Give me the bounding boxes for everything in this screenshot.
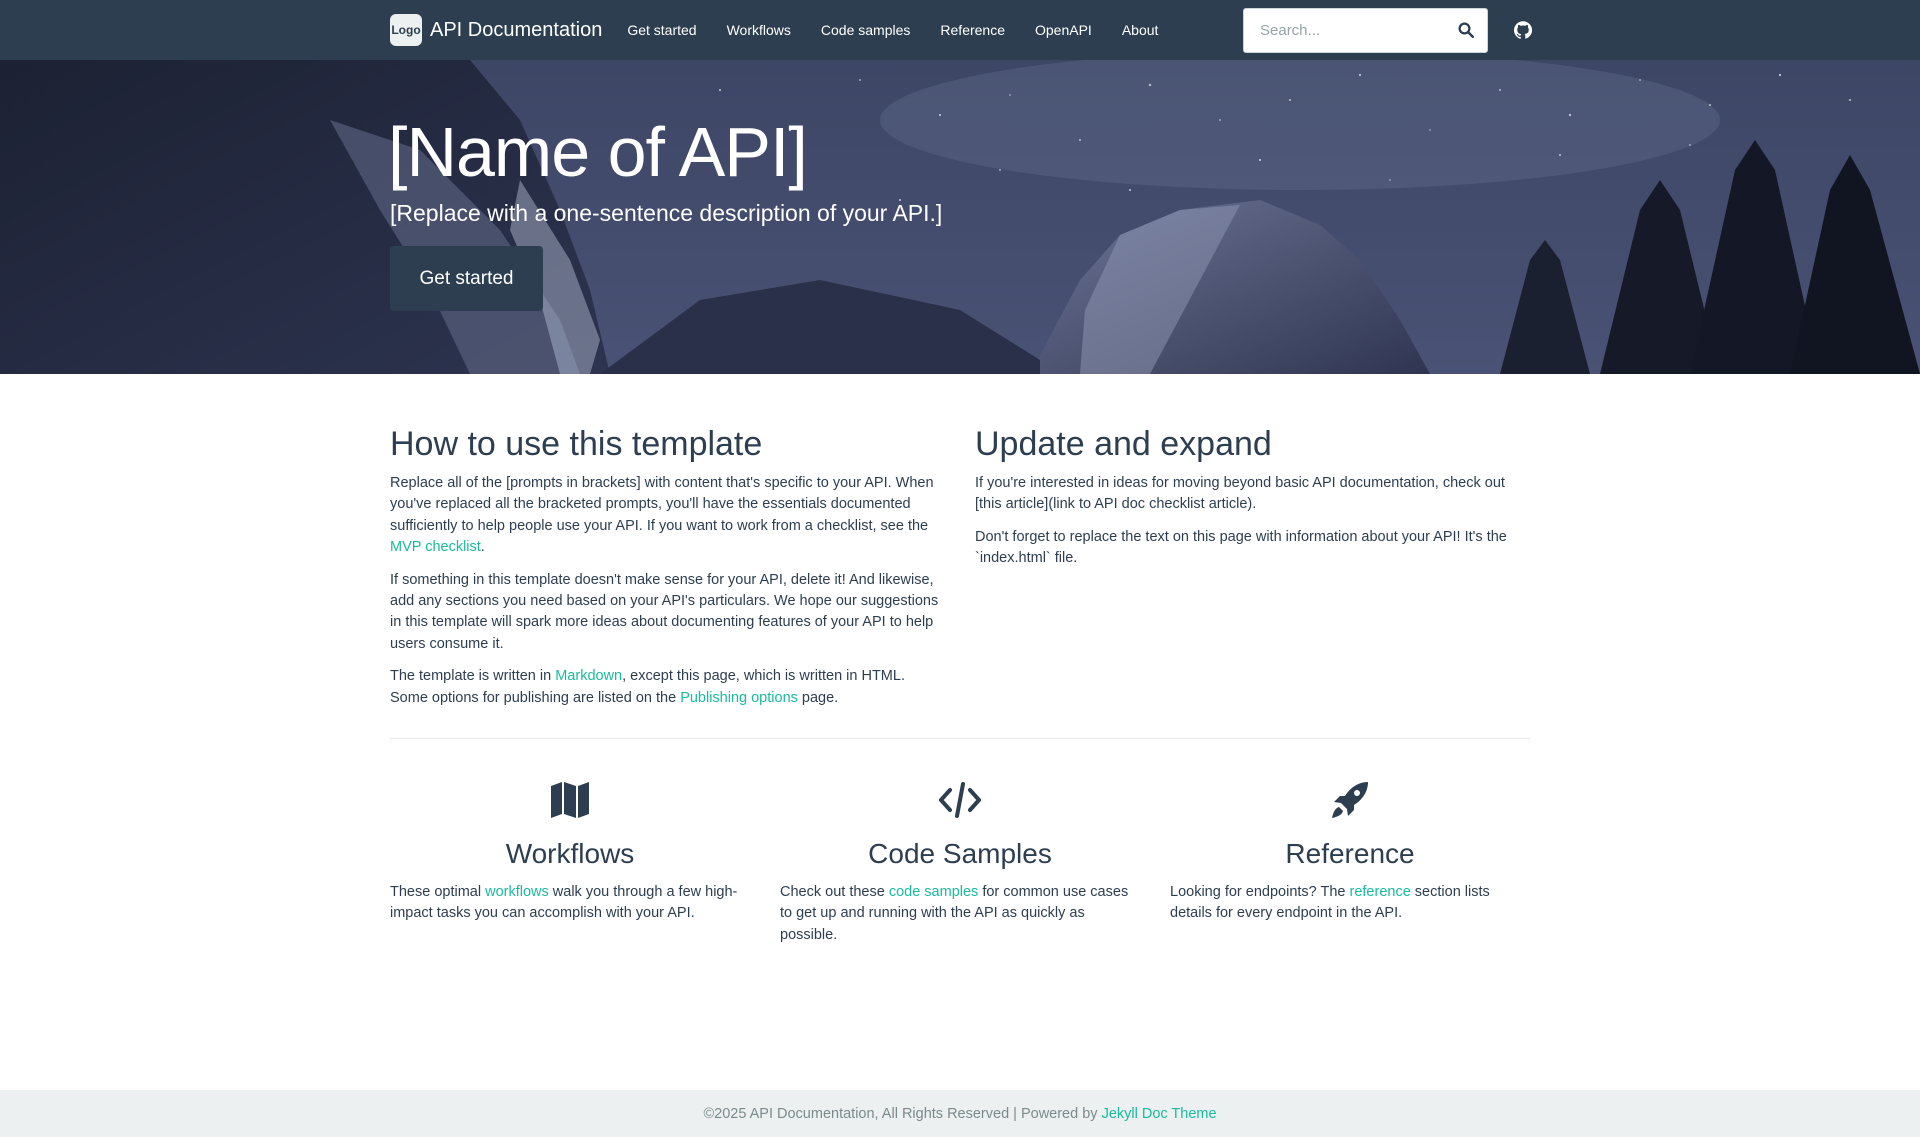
feature-reference-title: Reference (1285, 838, 1415, 869)
publishing-options-link[interactable]: Publishing options (680, 690, 798, 706)
feature-reference-text: Looking for endpoints? The reference sec… (1170, 882, 1530, 925)
nav-link-code-samples[interactable]: Code samples (806, 0, 926, 60)
how-to-paragraph-1: Replace all of the [prompts in brackets]… (390, 473, 946, 559)
feature-code-samples-title: Code Samples (868, 838, 1052, 869)
code-samples-link[interactable]: code samples (889, 884, 978, 900)
nav-link-get-started[interactable]: Get started (612, 0, 711, 60)
hero-subtitle: [Replace with a one-sentence description… (390, 200, 943, 226)
nav-link-reference[interactable]: Reference (925, 0, 1020, 60)
brand-title: API Documentation (430, 18, 603, 41)
feature-workflows-pre: These optimal (390, 884, 486, 900)
jekyll-theme-link[interactable]: Jekyll Doc Theme (1102, 1106, 1217, 1122)
map-icon (551, 782, 589, 818)
mvp-checklist-link[interactable]: MVP checklist (390, 539, 481, 555)
how-to-p1-end: . (480, 539, 485, 556)
how-to-p3-end: page. (797, 689, 839, 706)
search-box (1243, 8, 1488, 53)
how-to-p1-text: Replace all of the [prompts in brackets]… (390, 475, 934, 534)
top-navbar: Logo API Documentation Get started Workf… (0, 0, 1920, 60)
feature-code-samples-pre: Check out these (780, 884, 889, 900)
update-heading: Update and expand (975, 425, 1272, 463)
hero-title: [Name of API] (388, 113, 808, 191)
nav-link-about[interactable]: About (1107, 0, 1174, 60)
brand-link[interactable]: Logo API Documentation (390, 14, 602, 46)
page-footer: ©2025 API Documentation, All Rights Rese… (0, 1090, 1920, 1137)
section-divider (390, 738, 1530, 739)
feature-code-samples: Code Samples Check out these code sample… (780, 780, 1140, 946)
how-to-section: How to use this template Replace all of … (390, 425, 946, 720)
workflows-link[interactable]: workflows (485, 884, 549, 900)
how-to-paragraph-2: If something in this template doesn't ma… (390, 571, 939, 652)
feature-workflows-text: These optimal workflows walk you through… (390, 882, 750, 925)
feature-reference: Reference Looking for endpoints? The ref… (1170, 780, 1530, 925)
nav-link-workflows[interactable]: Workflows (712, 0, 806, 60)
reference-link[interactable]: reference (1350, 884, 1411, 900)
feature-workflows-title: Workflows (505, 838, 635, 869)
search-icon[interactable] (1457, 21, 1475, 39)
github-icon[interactable] (1514, 21, 1532, 39)
footer-text: ©2025 API Documentation, All Rights Rese… (703, 1105, 1098, 1122)
feature-code-samples-text: Check out these code samples for common … (780, 882, 1140, 946)
how-to-p3-text: The template is written in (390, 668, 556, 685)
update-paragraph-2: Don't forget to replace the text on this… (975, 528, 1507, 567)
hero-banner: [Name of API] [Replace with a one-senten… (0, 60, 1920, 374)
feature-workflows: Workflows These optimal workflows walk y… (390, 780, 750, 925)
update-paragraph-1: If you're interested in ideas for moving… (975, 475, 1505, 513)
how-to-heading: How to use this template (390, 425, 763, 463)
logo: Logo (390, 14, 422, 46)
rocket-icon (1332, 782, 1368, 818)
hero-background-image (0, 60, 1920, 374)
feature-reference-pre: Looking for endpoints? The (1170, 884, 1350, 900)
nav-links: Get started Workflows Code samples Refer… (612, 0, 1173, 60)
search-input[interactable] (1244, 9, 1487, 52)
how-to-paragraph-3: The template is written in Markdown, exc… (390, 666, 946, 709)
markdown-link[interactable]: Markdown (555, 668, 622, 684)
get-started-button[interactable]: Get started (390, 246, 543, 311)
navbar-inner: Logo API Documentation Get started Workf… (390, 0, 1532, 60)
update-section: Update and expand If you're interested i… (975, 425, 1531, 581)
nav-link-openapi[interactable]: OpenAPI (1020, 0, 1107, 60)
code-icon (939, 782, 981, 818)
